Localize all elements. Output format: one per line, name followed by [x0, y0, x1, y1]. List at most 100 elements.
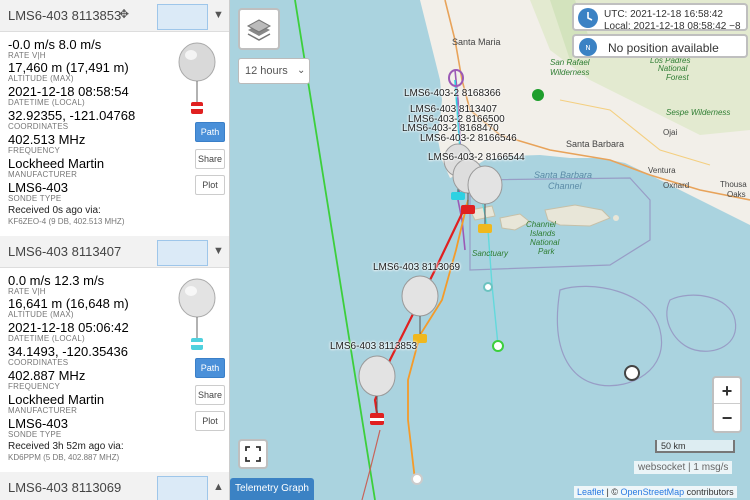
attribution-tail: contributors	[686, 487, 734, 497]
plot-button[interactable]: Plot	[195, 411, 225, 431]
collapse-toggle-icon[interactable]: ▼	[213, 245, 224, 257]
attribution-separator: | ©	[606, 487, 619, 497]
coordinates-value: 32.92355, -121.04768	[8, 108, 136, 123]
coordinates-label: COORDINATES	[8, 122, 69, 131]
place-thousand-oaks: Thousa	[720, 180, 747, 189]
sonde-card-header[interactable]: LMS6-403 8113069 ▲	[0, 472, 229, 500]
park-boundary	[666, 294, 737, 352]
sonde-card-header[interactable]: LMS6-403 8113407 ▼	[0, 236, 229, 268]
crosshair-icon[interactable]: ✥	[119, 7, 129, 21]
place-santa-maria: Santa Maria	[452, 37, 501, 47]
sonde-map-label[interactable]: LMS6-403-2 8168366	[404, 88, 501, 99]
place-channel-1: Santa Barbara	[534, 170, 593, 180]
manufacturer-value: Lockheed Martin	[8, 156, 105, 171]
sonde-type-value: LMS6-403	[8, 416, 68, 431]
place-channel-2: Channel	[548, 181, 582, 191]
place-channel-islands: Channel	[526, 220, 556, 229]
user-location-marker[interactable]	[532, 89, 544, 101]
sonde-color-swatch	[157, 4, 208, 30]
received-via: KF6ZEO-4 (9 DB, 402.513 MHZ)	[8, 217, 125, 226]
sonde-name: LMS6-403 8113407	[8, 244, 122, 259]
coordinates-value: 34.1493, -120.35436	[8, 344, 128, 359]
manufacturer-label: MANUFACTURER	[8, 406, 78, 415]
park-boundary	[556, 285, 663, 387]
balloon-icon	[178, 42, 216, 114]
landing-marker[interactable]	[411, 473, 423, 485]
frequency-value: 402.887 MHz	[8, 368, 86, 383]
frequency-label: FREQUENCY	[8, 146, 61, 155]
plot-button[interactable]: Plot	[195, 175, 225, 195]
datetime-label: DATETIME (LOCAL)	[8, 334, 85, 343]
sonde-map-label[interactable]: LMS6-403 8113069	[373, 262, 460, 273]
frequency-value: 402.513 MHz	[8, 132, 86, 147]
sonde-card: LMS6-403 8113407 ▼ 0.0 m/s 12.3 m/s RATE…	[0, 236, 229, 470]
place-oxnard: Oxnard	[663, 181, 690, 190]
zoom-out-button[interactable]: −	[714, 405, 740, 431]
frequency-label: FREQUENCY	[8, 382, 61, 391]
layers-icon	[246, 19, 272, 41]
altitude-label: ALTITUDE (MAX)	[8, 310, 74, 319]
received-text: Received 3h 52m ago via:	[8, 441, 124, 452]
sonde-list-sidebar: LMS6-403 8113853 ✥ ▼ -0.0 m/s 8.0 m/s RA…	[0, 0, 230, 500]
map-attribution: Leaflet | © OpenStreetMap contributors	[574, 486, 737, 498]
received-text: Received 0s ago via:	[8, 205, 101, 216]
place-park: Park	[538, 247, 555, 256]
balloon-icon[interactable]	[401, 275, 439, 343]
rate-label: RATE V|H	[8, 287, 46, 296]
collapse-toggle-icon[interactable]: ▼	[213, 9, 224, 21]
datetime-value: 2021-12-18 05:06:42	[8, 320, 129, 335]
scale-bar: 50 km	[655, 440, 735, 453]
path-button[interactable]: Path	[195, 122, 225, 142]
sonde-name: LMS6-403 8113853	[8, 8, 122, 23]
altitude-value: 17,460 m (17,491 m)	[8, 60, 129, 75]
datetime-value: 2021-12-18 08:58:54	[8, 84, 129, 99]
clock-panel: UTC: 2021-12-18 16:58:42 Local: 2021-12-…	[572, 3, 748, 32]
sonde-map-label[interactable]: LMS6-403-2 8166544	[428, 152, 525, 163]
leaflet-link[interactable]: Leaflet	[577, 487, 604, 497]
sonde-card: LMS6-403 8113069 ▲	[0, 472, 229, 500]
fullscreen-icon	[245, 446, 261, 462]
sonde-card: LMS6-403 8113853 ✥ ▼ -0.0 m/s 8.0 m/s RA…	[0, 0, 229, 235]
rate-value: -0.0 m/s 8.0 m/s	[8, 37, 102, 52]
sonde-name: LMS6-403 8113069	[8, 480, 122, 495]
place-ojai: Ojai	[663, 128, 678, 137]
manufacturer-value: Lockheed Martin	[8, 392, 105, 407]
sonde-color-swatch	[157, 476, 208, 500]
chevron-down-icon: ⌄	[297, 65, 306, 76]
path-button[interactable]: Path	[195, 358, 225, 378]
place-forest: Forest	[666, 73, 689, 82]
manufacturer-label: MANUFACTURER	[8, 170, 78, 179]
zoom-in-button[interactable]: +	[714, 378, 740, 404]
share-button[interactable]: Share	[195, 385, 225, 405]
sonde-map-label[interactable]: LMS6-403 8113853	[330, 341, 417, 352]
expand-toggle-icon[interactable]: ▲	[213, 481, 224, 493]
utc-time: UTC: 2021-12-18 16:58:42	[604, 9, 723, 20]
local-time: Local: 2021-12-18 08:58:42 −8	[604, 21, 741, 32]
landing-marker[interactable]	[492, 340, 504, 352]
balloon-icon[interactable]	[467, 165, 503, 233]
balloon-icon[interactable]	[358, 355, 396, 425]
compass-icon: N	[579, 38, 597, 56]
sonde-type-label: SONDE TYPE	[8, 430, 62, 439]
balloon-icon	[178, 278, 216, 350]
telemetry-graph-button[interactable]: Telemetry Graph	[230, 478, 314, 500]
time-range-select[interactable]: 12 hours ⌄	[238, 58, 310, 84]
share-button[interactable]: Share	[195, 149, 225, 169]
poi-marker[interactable]	[624, 365, 640, 381]
fullscreen-button[interactable]	[238, 439, 268, 469]
layers-button[interactable]	[238, 8, 280, 50]
sonde-map-label[interactable]: LMS6-403-2 8166546	[420, 133, 517, 144]
osm-link[interactable]: OpenStreetMap	[621, 487, 685, 497]
sonde-type-label: SONDE TYPE	[8, 194, 62, 203]
place-ventura: Ventura	[648, 166, 676, 175]
coordinates-label: COORDINATES	[8, 358, 69, 367]
altitude-label: ALTITUDE (MAX)	[8, 74, 74, 83]
place-nat-park: National	[530, 238, 560, 247]
sonde-card-header[interactable]: LMS6-403 8113853 ✥ ▼	[0, 0, 229, 32]
received-via: KD6PPM (5 DB, 402.887 MHZ)	[8, 453, 120, 462]
anacapa-island	[613, 215, 619, 221]
rate-value: 0.0 m/s 12.3 m/s	[8, 273, 105, 288]
position-panel[interactable]: N No position available	[572, 34, 748, 58]
landing-marker[interactable]	[483, 282, 493, 292]
svg-text:N: N	[585, 44, 590, 52]
